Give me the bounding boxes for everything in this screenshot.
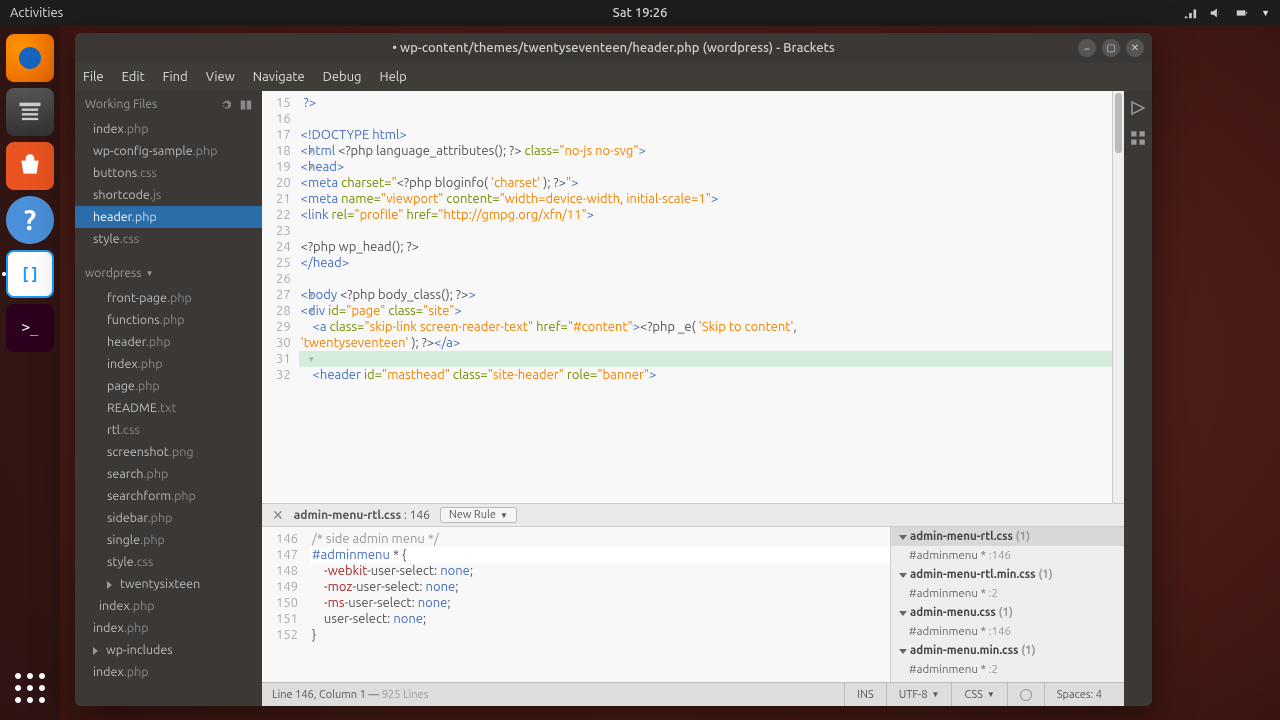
statusbar: Line 146, Column 1 — 925 Lines INS UTF-8…: [262, 682, 1124, 706]
close-icon[interactable]: ✕: [272, 507, 284, 524]
chevron-down-icon: ▼: [1261, 8, 1270, 18]
help-icon[interactable]: ?: [6, 196, 54, 244]
indent-selector[interactable]: Spaces: 4: [1044, 683, 1114, 707]
file-item[interactable]: index.php: [75, 595, 262, 617]
result-file[interactable]: admin-menu.css (1): [891, 603, 1124, 622]
right-toolbar: [1124, 91, 1152, 706]
result-match[interactable]: #adminmenu * :146: [891, 622, 1124, 641]
scrollbar[interactable]: [1112, 91, 1124, 503]
system-tray[interactable]: ▼: [1183, 6, 1270, 20]
quick-edit-file: admin-menu-rtl.css : 146: [294, 509, 430, 522]
volume-icon: [1209, 6, 1223, 20]
battery-icon: [1235, 6, 1249, 20]
dock: ?: [0, 26, 60, 720]
maximize-button[interactable]: ▢: [1102, 39, 1120, 57]
working-file[interactable]: style.css: [75, 228, 262, 250]
menu-debug[interactable]: Debug: [323, 70, 362, 84]
menubar: File Edit Find View Navigate Debug Help: [75, 63, 1152, 91]
editor-area: 151617181920212223242526272829303132 ▾▾▾…: [262, 91, 1124, 706]
circle-icon: [1020, 689, 1032, 701]
chevron-down-icon: ▼: [500, 511, 508, 520]
file-item[interactable]: header.php: [75, 331, 262, 353]
result-file[interactable]: admin-menu-rtl.min.css (1): [891, 565, 1124, 584]
files-icon[interactable]: [6, 88, 54, 136]
working-file[interactable]: index.php: [75, 118, 262, 140]
activities-button[interactable]: Activities: [10, 6, 63, 20]
chevron-down-icon: ▼: [145, 269, 153, 278]
gnome-top-bar: Activities Sat 19:26 ▼: [0, 0, 1280, 26]
firefox-icon[interactable]: [6, 34, 54, 82]
file-item[interactable]: functions.php: [75, 309, 262, 331]
result-file[interactable]: admin-menu-rtl.css (1): [891, 527, 1124, 546]
folder-item[interactable]: wp-includes: [75, 639, 262, 661]
file-item[interactable]: README.txt: [75, 397, 262, 419]
menu-view[interactable]: View: [206, 70, 235, 84]
quick-edit-header: ✕ admin-menu-rtl.css : 146 New Rule ▼: [262, 503, 1124, 527]
titlebar[interactable]: • wp-content/themes/twentyseventeen/head…: [75, 33, 1152, 63]
result-match[interactable]: #adminmenu * :2: [891, 660, 1124, 679]
new-rule-button[interactable]: New Rule ▼: [440, 507, 517, 523]
network-icon: [1183, 6, 1197, 20]
file-item[interactable]: single.php: [75, 529, 262, 551]
brackets-window: • wp-content/themes/twentyseventeen/head…: [75, 33, 1152, 706]
file-item[interactable]: index.php: [75, 617, 262, 639]
main-editor[interactable]: 151617181920212223242526272829303132 ▾▾▾…: [262, 91, 1124, 503]
lint-status[interactable]: [1007, 683, 1044, 707]
window-title: • wp-content/themes/twentyseventeen/head…: [392, 41, 834, 55]
working-files-header[interactable]: Working Files: [75, 91, 262, 118]
clock[interactable]: Sat 19:26: [613, 6, 668, 20]
project-header[interactable]: wordpress ▼: [75, 260, 262, 287]
folder-item[interactable]: twentysixteen: [75, 573, 262, 595]
file-item[interactable]: page.php: [75, 375, 262, 397]
language-selector[interactable]: CSS▼: [951, 683, 1006, 707]
cursor-position: Line 146, Column 1 — 925 Lines: [272, 689, 428, 701]
result-match[interactable]: #adminmenu * :2: [891, 584, 1124, 603]
menu-navigate[interactable]: Navigate: [253, 70, 305, 84]
result-match[interactable]: #adminmenu * :146: [891, 546, 1124, 565]
file-item[interactable]: searchform.php: [75, 485, 262, 507]
working-file[interactable]: buttons.css: [75, 162, 262, 184]
encoding-selector[interactable]: UTF-8▼: [886, 683, 952, 707]
terminal-icon[interactable]: [6, 304, 54, 352]
css-rule-list: admin-menu-rtl.css (1)#adminmenu * :146a…: [890, 527, 1124, 682]
file-item[interactable]: style.css: [75, 551, 262, 573]
file-item[interactable]: index.php: [75, 661, 262, 683]
file-item[interactable]: search.php: [75, 463, 262, 485]
file-item[interactable]: sidebar.php: [75, 507, 262, 529]
software-center-icon[interactable]: [6, 142, 54, 190]
working-file[interactable]: wp-config-sample.php: [75, 140, 262, 162]
live-preview-icon[interactable]: [1129, 99, 1147, 117]
minimize-button[interactable]: –: [1078, 39, 1096, 57]
result-file[interactable]: admin-menu.min.css (1): [891, 641, 1124, 660]
menu-help[interactable]: Help: [380, 70, 407, 84]
file-item[interactable]: index.php: [75, 353, 262, 375]
close-button[interactable]: ✕: [1126, 39, 1144, 57]
menu-file[interactable]: File: [83, 70, 104, 84]
sidebar: Working Files index.phpwp-config-sample.…: [75, 91, 262, 706]
file-item[interactable]: front-page.php: [75, 287, 262, 309]
brackets-icon[interactable]: [6, 250, 54, 298]
gear-icon[interactable]: [220, 99, 232, 111]
file-item[interactable]: screenshot.png: [75, 441, 262, 463]
insert-mode[interactable]: INS: [844, 683, 885, 707]
show-applications-icon[interactable]: [8, 666, 52, 710]
menu-edit[interactable]: Edit: [122, 70, 145, 84]
menu-find[interactable]: Find: [163, 70, 188, 84]
working-file[interactable]: shortcode.js: [75, 184, 262, 206]
working-file[interactable]: header.php: [75, 206, 262, 228]
file-item[interactable]: rtl.css: [75, 419, 262, 441]
extensions-icon[interactable]: [1129, 129, 1147, 147]
split-icon[interactable]: [240, 99, 252, 111]
quick-edit-editor[interactable]: 146147148149150151152 /* side admin menu…: [262, 527, 890, 682]
